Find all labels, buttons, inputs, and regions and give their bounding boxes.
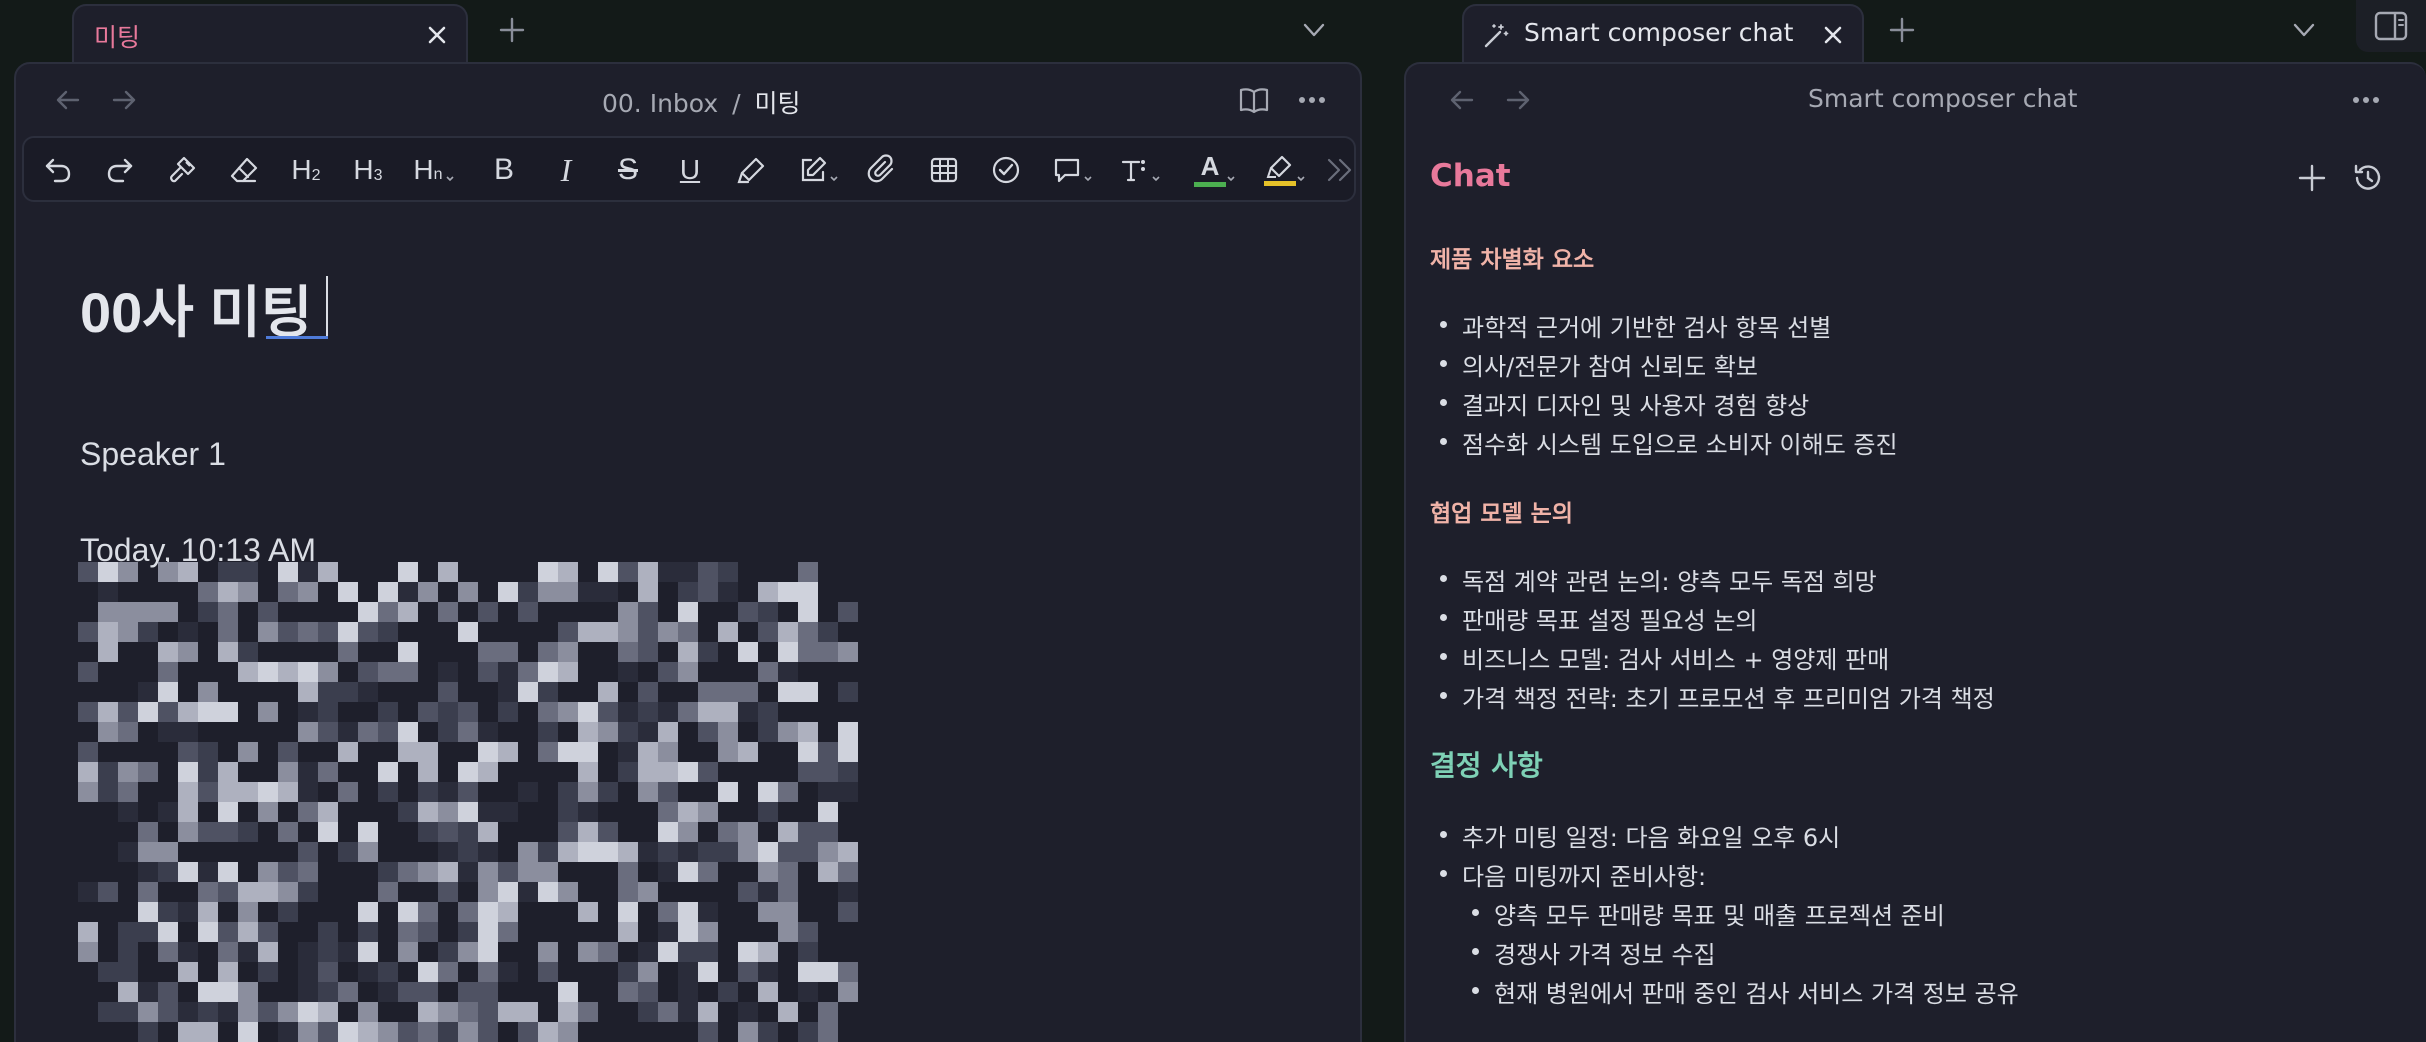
list-item: 비즈니스 모델: 검사 서비스 + 영양제 판매 [1439, 640, 1889, 675]
table-icon[interactable] [924, 150, 964, 190]
comment-callout-dropdown-icon[interactable] [1048, 150, 1096, 190]
font-color-swatch [1194, 182, 1226, 187]
redo-icon[interactable] [100, 150, 140, 190]
chat-heading: Chat [1430, 158, 1511, 194]
sub-list-item: 양측 모두 판매량 목표 및 매출 프로젝션 준비 [1472, 896, 1945, 931]
bold-button[interactable]: B [484, 150, 524, 190]
font-color-dropdown[interactable]: A [1190, 150, 1240, 190]
more-options-icon[interactable] [2348, 82, 2384, 118]
format-painter-icon[interactable] [162, 150, 202, 190]
chat-nav-bar: Smart composer chat [1406, 64, 2426, 136]
text-cursor [326, 276, 328, 336]
tab-meeting[interactable]: 미팅 [72, 4, 468, 64]
forward-arrow-icon[interactable] [106, 82, 142, 118]
strikethrough-button[interactable]: S [608, 150, 648, 190]
speaker-label[interactable]: Speaker 1 [80, 436, 226, 473]
breadcrumb-folder[interactable]: 00. Inbox [602, 89, 718, 118]
back-arrow-icon[interactable] [1444, 82, 1480, 118]
sub-list-item: 경쟁사 가격 정보 수집 [1472, 935, 1716, 970]
redacted-transcript-block [78, 562, 858, 1042]
text-format-dropdown-icon[interactable] [1116, 150, 1164, 190]
chat-nav-title: Smart composer chat [1808, 84, 2078, 113]
sub-list-item: 현재 병원에서 판매 중인 검사 서비스 가격 정보 공유 [1472, 974, 2019, 1009]
highlight-color-swatch [1264, 180, 1296, 186]
list-item: 과학적 근거에 기반한 검사 항목 선별 [1439, 308, 1831, 343]
list-item: 의사/전문가 참여 신뢰도 확보 [1440, 347, 1758, 382]
tab-smart-composer-chat[interactable]: Smart composer chat [1462, 4, 1864, 64]
new-chat-plus-icon[interactable] [2294, 160, 2330, 196]
section-heading-decisions: 결정 사항 [1430, 749, 1543, 782]
section-heading-collaboration: 협업 모델 논의 [1430, 501, 1573, 527]
italic-button[interactable]: I [546, 150, 586, 190]
breadcrumb-file[interactable]: 미팅 [754, 89, 800, 118]
undo-icon[interactable] [38, 150, 78, 190]
heading-3-button[interactable]: H3 [348, 150, 388, 190]
underline-button[interactable]: U [670, 150, 710, 190]
chevron-down-icon[interactable] [2286, 12, 2322, 48]
reading-view-book-icon[interactable] [1236, 82, 1272, 118]
toggle-right-sidebar-icon[interactable] [2356, 0, 2426, 52]
close-icon[interactable] [1818, 20, 1848, 50]
chevron-down-icon[interactable] [1296, 12, 1332, 48]
list-item: 추가 미팅 일정: 다음 화요일 오후 6시 [1439, 818, 1840, 853]
list-item: 판매량 목표 설정 필요성 논의 [1439, 601, 1757, 636]
chat-pane: Smart composer chat Chat 제품 차별화 요소 과학적 근… [1404, 62, 2426, 1042]
heading-2-button[interactable]: H2 [286, 150, 326, 190]
section-heading-differentiation: 제품 차별화 요소 [1430, 247, 1595, 273]
spellcheck-underline [266, 336, 328, 339]
attachment-paperclip-icon[interactable] [862, 150, 902, 190]
more-options-icon[interactable] [1294, 82, 1330, 118]
forward-arrow-icon[interactable] [1500, 82, 1536, 118]
formatting-toolbar: H2 H3 Hn B I S U A [22, 136, 1356, 202]
edit-note-dropdown-icon[interactable] [794, 150, 842, 190]
list-item: 결과지 디자인 및 사용자 경험 향상 [1439, 386, 1809, 421]
new-tab-plus-icon[interactable] [494, 12, 530, 48]
close-icon[interactable] [422, 20, 452, 50]
breadcrumb-separator: / [732, 89, 741, 118]
eraser-icon[interactable] [224, 150, 264, 190]
expand-toolbar-icon[interactable] [1322, 150, 1358, 190]
tab-meeting-label: 미팅 [94, 23, 141, 52]
checkbox-task-icon[interactable] [986, 150, 1026, 190]
back-arrow-icon[interactable] [50, 82, 86, 118]
editor-pane: 00. Inbox / 미팅 H2 H 3 H n B I S U A 00사 … [14, 62, 1362, 1042]
list-item: 독점 계약 관련 논의: 양측 모두 독점 희망 [1440, 562, 1877, 597]
magic-wand-icon [1482, 22, 1510, 54]
list-item: 점수화 시스템 도입으로 소비자 이해도 증진 [1440, 425, 1898, 460]
new-tab-plus-icon[interactable] [1884, 12, 1920, 48]
highlighter-pen-icon[interactable] [732, 150, 772, 190]
breadcrumb: 00. Inbox / 미팅 [602, 84, 800, 120]
tab-smart-composer-label: Smart composer chat [1524, 18, 1794, 47]
highlight-color-dropdown[interactable] [1260, 150, 1310, 190]
list-item: 다음 미팅까지 준비사항: [1439, 857, 1706, 892]
chat-history-icon[interactable] [2350, 160, 2386, 196]
editor-nav-bar: 00. Inbox / 미팅 [16, 64, 1360, 136]
heading-n-dropdown[interactable]: Hn [410, 150, 458, 190]
list-item: 가격 책정 전략: 초기 프로모션 후 프리미엄 가격 책정 [1440, 679, 1995, 714]
